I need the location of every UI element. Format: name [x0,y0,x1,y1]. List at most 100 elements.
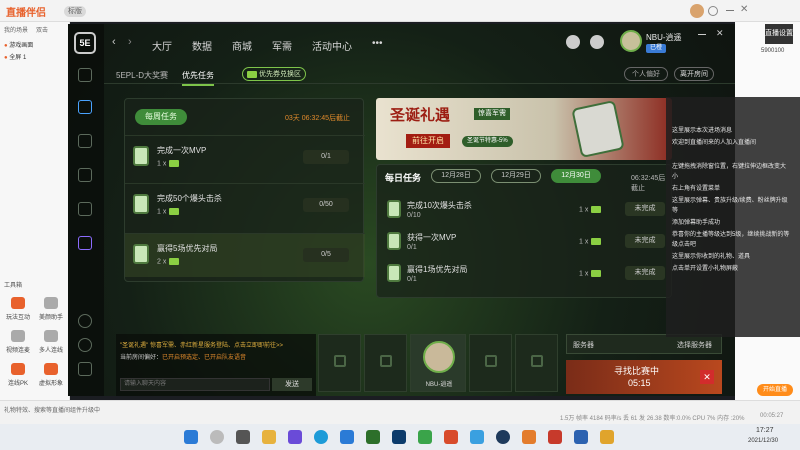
start-live-button[interactable]: 开始直播 [757,384,793,396]
tab-5epl[interactable]: 5EPL-D大奖赛 [116,70,168,81]
chat-notice[interactable]: "圣诞礼遇" 惊喜军需、赤红新星服务登陆、点击立即即前往>> [120,340,314,349]
server-dropdown[interactable]: 选择服务器 [677,340,712,350]
party-slot-locked[interactable] [364,334,407,392]
banner-tag: 圣诞节特惠-5% [462,136,513,147]
settings-icon[interactable] [708,6,718,16]
app-icon[interactable] [366,430,380,444]
lock-icon [334,355,346,367]
minimize-icon[interactable] [726,10,734,11]
tool-beauty[interactable]: 美颜助手 [36,297,66,327]
app-icon[interactable] [470,430,484,444]
daily-task-row[interactable]: 赢得1场优先对局 0/1 1 x 未完成 [377,259,668,289]
search-icon[interactable] [78,314,92,328]
task-status[interactable]: 未完成 [625,234,665,248]
nav-store[interactable]: 商城 [232,38,252,53]
task-status[interactable]: 未完成 [625,202,665,216]
room-prefs: 当前房间偏好：已开启预选定、已开启队友语音 [120,355,247,361]
back-icon[interactable]: ‹ [112,36,116,48]
task-row[interactable]: 完成50个爆头击杀 1 x 0/50 [125,183,365,227]
steam-icon[interactable] [496,430,510,444]
daily-task-row[interactable]: 完成10次爆头击杀 0/10 1 x 未完成 [377,195,668,225]
office-icon[interactable] [444,430,458,444]
daily-task-row[interactable]: 获得一次MVP 0/1 1 x 未完成 [377,227,668,257]
app-icon[interactable] [340,430,354,444]
source-item[interactable]: ● 全屏 1 [4,52,26,62]
tab-priority-tasks[interactable]: 优先任务 [182,70,214,86]
game-sidebar: 5E [68,24,104,396]
tool-interaction[interactable]: 玩法互动 [3,297,33,327]
globe-small-icon[interactable] [78,338,92,352]
party-slot-locked[interactable] [469,334,512,392]
app-icon[interactable] [600,430,614,444]
forward-icon[interactable]: › [128,36,132,48]
cancel-match-icon[interactable]: ✕ [700,370,714,384]
clock-date[interactable]: 2021/12/30 [748,438,778,444]
tool-multi-link[interactable]: 多人连线 [36,330,66,360]
clock-time[interactable]: 17:27 [756,427,774,434]
game-close-icon[interactable]: ✕ [716,28,724,39]
tool-video-link[interactable]: 视频连麦 [3,330,33,360]
danmaku-overlay[interactable]: 这里展示本次进场消息 欢迎到直播间来的人加入直播间 左键拖拽消除窗位置，右键拉伸… [666,97,800,337]
chat-line: 添加弹幕助手成功 [672,220,721,226]
edge-icon[interactable] [314,430,328,444]
task-row[interactable]: 完成一次MVP 1 x 0/1 [125,135,365,179]
task-status[interactable]: 未完成 [625,266,665,280]
puzzle-icon[interactable] [78,168,92,182]
date-pill[interactable]: 12月28日 [431,169,481,183]
more-menu[interactable]: ••• [372,38,383,49]
task-row[interactable]: 赢得5场优先对局 2 x 0/5 [125,233,365,277]
shield-icon[interactable] [78,68,92,82]
banner-cta-button[interactable]: 前往开启 [406,134,450,148]
leave-room-button[interactable]: 离开房间 [674,67,714,81]
search-icon[interactable] [210,430,224,444]
task-view-icon[interactable] [236,430,250,444]
source-item[interactable]: ● 游戏画面 [4,40,33,50]
bell-icon[interactable] [566,35,580,49]
app-icon[interactable] [288,430,302,444]
date-pill[interactable]: 12月29日 [491,169,541,183]
wifi-icon[interactable] [78,202,92,216]
matchmaking-button[interactable]: 寻找比赛中 05:15 ✕ [566,360,722,394]
scene-tab-second[interactable]: 双击 [36,25,48,35]
nav-supply[interactable]: 军需 [272,38,292,53]
chat-icon[interactable] [590,35,604,49]
tool-pk[interactable]: 连线PK [3,363,33,393]
user-name[interactable]: NBU-逍遥 [646,32,682,43]
sub-navigation: 5EPL-D大奖赛 优先任务 优先券兑换区 个人偏好 离开房间 [104,66,735,86]
app-icon[interactable] [418,430,432,444]
nav-lobby[interactable]: 大厅 [152,38,172,53]
weekly-deadline: 03天 06:32:45后截止 [285,115,350,122]
nav-data[interactable]: 数据 [192,38,212,53]
windows-start-icon[interactable] [184,430,198,444]
preferences-button[interactable]: 个人偏好 [624,67,668,81]
task-name: 完成10次爆头击杀 [407,201,472,210]
menu-icon[interactable] [78,362,92,376]
explorer-icon[interactable] [262,430,276,444]
send-button[interactable]: 发送 [272,378,312,391]
scene-tab-mine[interactable]: 我的场景 [4,25,28,35]
crossed-swords-icon[interactable] [78,134,92,148]
user-avatar[interactable] [620,30,642,52]
game-minimize-icon[interactable] [698,34,706,35]
server-select[interactable]: 服务器 选择服务器 [566,334,722,354]
party-slot-locked[interactable] [318,334,361,392]
app-icon[interactable] [548,430,562,444]
date-pill-selected[interactable]: 12月30日 [551,169,601,183]
close-icon[interactable]: ✕ [740,4,748,15]
avatar[interactable] [690,4,704,18]
chat-input[interactable]: 请输入聊天内容 [120,378,270,391]
party-slot-locked[interactable] [515,334,558,392]
app-icon[interactable] [522,430,536,444]
version-badge[interactable]: 标版 [64,6,86,17]
promo-banner[interactable]: 圣诞礼遇 惊喜军需 前往开启 圣诞节特惠-5% [376,98,672,160]
stream-settings-button[interactable]: 直播设置 [765,24,793,44]
tool-avatar[interactable]: 虚拟形象 [36,363,66,393]
nav-events[interactable]: 活动中心 [312,38,352,53]
word-icon[interactable] [574,430,588,444]
globe-icon[interactable] [78,100,92,114]
flag-icon[interactable] [78,236,92,250]
exchange-area-button[interactable]: 优先券兑换区 [242,67,306,81]
party-slot-player[interactable]: NBU-逍遥 [410,334,466,392]
game-logo[interactable]: 5E [74,32,96,54]
photoshop-icon[interactable] [392,430,406,444]
